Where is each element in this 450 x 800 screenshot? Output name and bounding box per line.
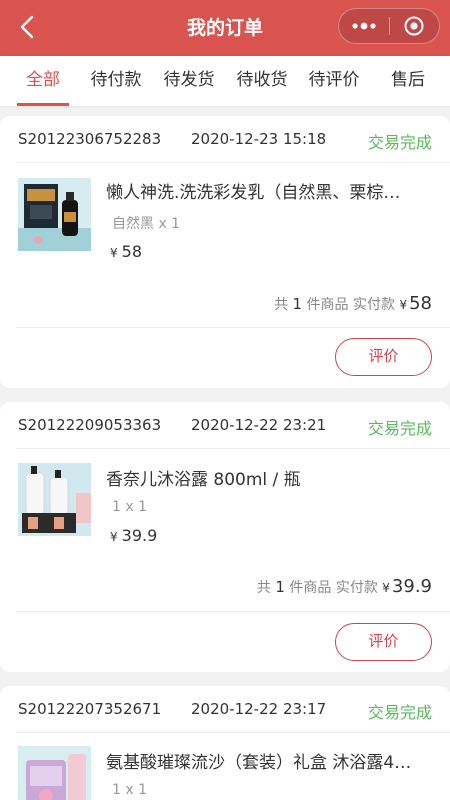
product-image [18, 178, 91, 251]
tab-all[interactable]: 全部 [14, 56, 72, 106]
tab-pending-receipt[interactable]: 待收货 [230, 56, 294, 106]
divider [16, 611, 450, 612]
divider [16, 327, 450, 328]
currency-symbol: ¥ [110, 530, 118, 544]
summary-label: 件商品 实付款 [306, 297, 395, 313]
product-thumbnail[interactable] [18, 178, 91, 251]
product-name[interactable]: 氨基酸璀璨流沙（套装）礼盒 沐浴露4… [106, 748, 426, 773]
order-number: S20122207352671 [18, 700, 162, 718]
order-number: S20122209053363 [18, 416, 162, 434]
product-name[interactable]: 懒人神洗.洗洗彩发乳（自然黑、栗棕… [106, 178, 426, 203]
order-status: 交易完成 [367, 419, 432, 438]
active-tab-indicator [17, 103, 69, 106]
order-time: 2020-12-22 23:21 [191, 416, 327, 434]
order-summary: 共 1 件商品 实付款 ¥39.9 [257, 576, 432, 597]
product-spec: 1 x 1 [112, 499, 147, 515]
product-thumbnail[interactable] [18, 463, 91, 536]
tab-pending-review[interactable]: 待评价 [302, 56, 366, 106]
order-number: S20122306752283 [18, 130, 162, 148]
order-status: 交易完成 [367, 703, 432, 722]
tab-after-sales[interactable]: 售后 [380, 56, 436, 106]
nav-header: 我的订单 [0, 0, 450, 56]
item-count: 1 [292, 295, 303, 313]
summary-prefix: 共 [256, 580, 271, 596]
order-status: 交易完成 [367, 133, 432, 152]
target-close-icon [404, 16, 424, 36]
total-paid: 58 [409, 293, 432, 314]
product-price: ¥39.9 [110, 526, 157, 545]
order-card[interactable]: S20122306752283 2020-12-23 15:18 交易完成 懒人… [0, 116, 450, 388]
review-button[interactable]: 评价 [335, 338, 432, 376]
more-button[interactable] [339, 9, 389, 43]
product-spec: 1 x 1 [112, 782, 147, 798]
order-summary: 共 1 件商品 实付款 ¥58 [274, 293, 432, 314]
review-button[interactable]: 评价 [335, 623, 432, 661]
more-dots-icon [352, 22, 376, 30]
product-thumbnail[interactable] [18, 746, 91, 800]
divider [16, 162, 450, 163]
divider [16, 732, 450, 733]
currency-symbol: ¥ [399, 298, 408, 312]
product-spec: 自然黑 x 1 [112, 216, 181, 232]
currency-symbol: ¥ [382, 581, 390, 595]
order-card[interactable]: S20122209053363 2020-12-22 23:21 交易完成 香奈… [0, 402, 450, 672]
price-value: 39.9 [121, 526, 158, 545]
product-name[interactable]: 香奈儿沐浴露 800ml / 瓶 [106, 465, 426, 490]
close-mini-program-button[interactable] [389, 9, 439, 43]
order-time: 2020-12-23 15:18 [191, 130, 327, 148]
product-image [18, 463, 91, 536]
chevron-left-icon [20, 15, 34, 39]
item-count: 1 [275, 578, 285, 596]
divider [16, 448, 450, 449]
summary-prefix: 共 [274, 297, 289, 313]
summary-label: 件商品 实付款 [289, 580, 378, 596]
price-value: 58 [121, 242, 142, 261]
product-image [18, 746, 91, 800]
currency-symbol: ¥ [110, 246, 118, 260]
order-status-tabs: 全部 待付款 待发货 待收货 待评价 售后 [0, 56, 450, 106]
tab-pending-shipment[interactable]: 待发货 [157, 56, 221, 106]
back-button[interactable] [12, 12, 42, 42]
tab-pending-payment[interactable]: 待付款 [84, 56, 148, 106]
total-paid: 39.9 [391, 576, 432, 597]
mini-program-capsule [338, 8, 440, 44]
order-card[interactable]: S20122207352671 2020-12-22 23:17 交易完成 氨基… [0, 686, 450, 800]
order-time: 2020-12-22 23:17 [191, 700, 327, 718]
product-price: ¥58 [110, 242, 142, 261]
